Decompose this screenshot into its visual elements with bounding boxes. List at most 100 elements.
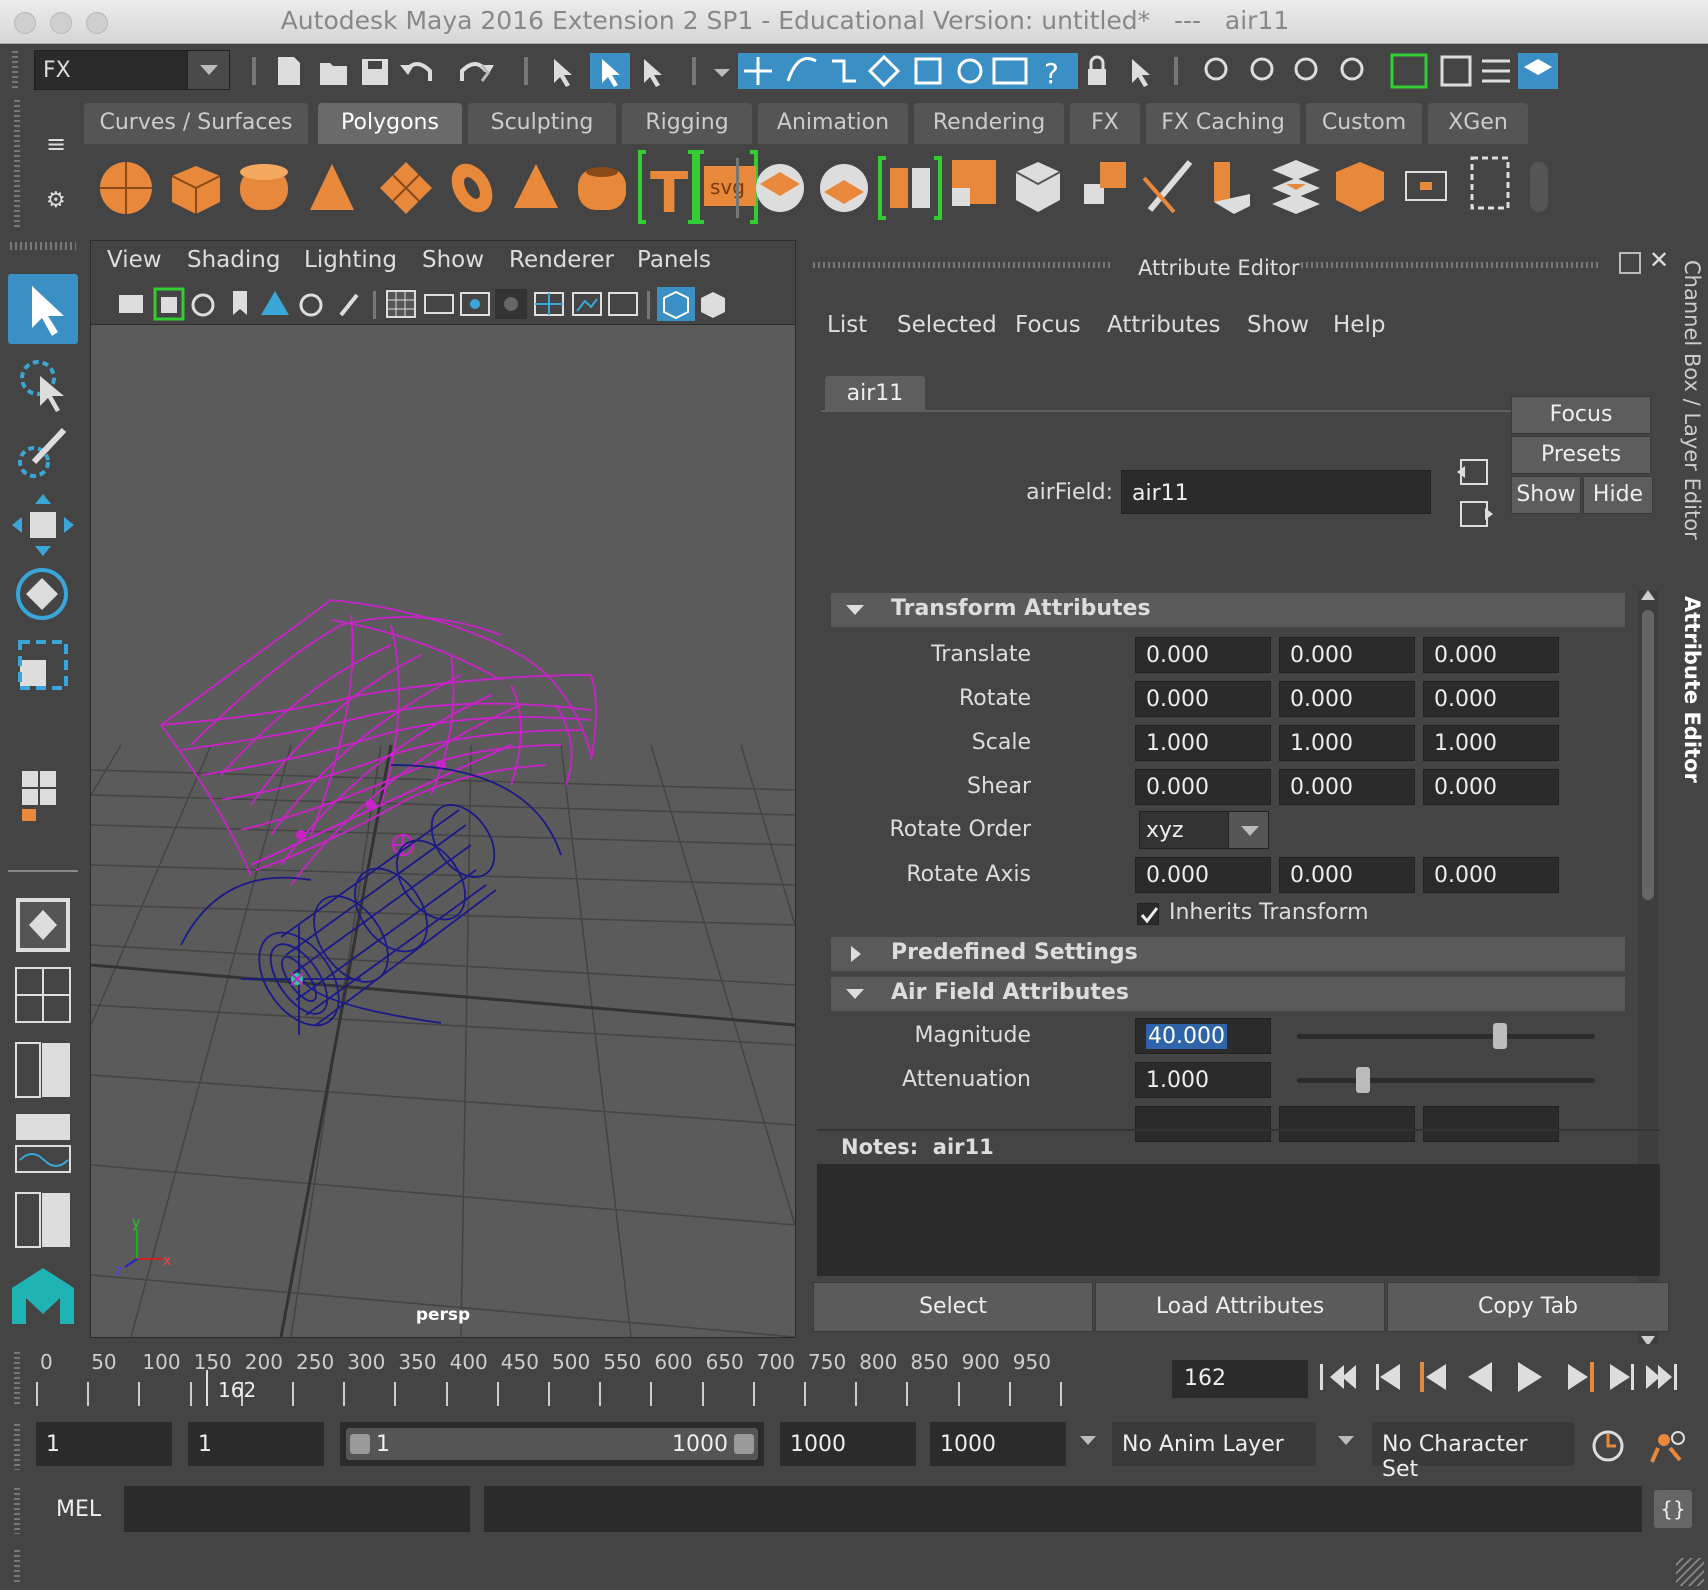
shear-y-field[interactable]: 0.000 xyxy=(1279,769,1415,805)
shelf-tab-curves-surfaces[interactable]: Curves / Surfaces xyxy=(84,103,308,144)
command-input[interactable] xyxy=(124,1486,470,1532)
resize-grip-icon[interactable] xyxy=(1676,1558,1704,1586)
close-panel-icon[interactable]: ✕ xyxy=(1649,246,1669,274)
animation-start-field[interactable]: 1 xyxy=(36,1422,172,1466)
rotate-tool-button[interactable] xyxy=(8,560,78,630)
transform-attributes-header[interactable]: Transform Attributes xyxy=(831,593,1625,627)
chevron-down-icon[interactable] xyxy=(187,51,229,89)
menu-set-dropdown[interactable]: FX xyxy=(34,50,230,90)
float-panel-icon[interactable] xyxy=(1619,252,1641,274)
magnitude-field[interactable]: 40.000 xyxy=(1135,1018,1271,1054)
zoom-window-button[interactable] xyxy=(86,12,108,34)
select-tool-button[interactable] xyxy=(8,274,78,344)
time-ruler[interactable]: 0 50 100 150 200 250 300 350 400 450 500 550 600 650 7… xyxy=(36,1348,1160,1406)
shear-x-field[interactable]: 0.000 xyxy=(1135,769,1271,805)
next-attribute-field-2[interactable] xyxy=(1279,1106,1415,1142)
shelf-tab-fx-caching[interactable]: FX Caching xyxy=(1146,103,1300,144)
attenuation-slider-handle[interactable] xyxy=(1355,1067,1370,1093)
copy-tab-button[interactable]: Copy Tab xyxy=(1387,1282,1669,1332)
rotate-y-field[interactable]: 0.000 xyxy=(1279,681,1415,717)
four-view-layout-button[interactable] xyxy=(8,960,78,1030)
close-window-button[interactable] xyxy=(14,12,36,34)
node-name-field[interactable]: air11 xyxy=(1121,470,1431,514)
viewport-menu-show[interactable]: Show xyxy=(422,247,484,273)
translate-x-field[interactable]: 0.000 xyxy=(1135,637,1271,673)
range-grip[interactable] xyxy=(14,1424,20,1470)
help-line-grip[interactable] xyxy=(14,1550,20,1582)
playback-end-field[interactable]: 1000 xyxy=(780,1422,916,1466)
scale-y-field[interactable]: 1.000 xyxy=(1279,725,1415,761)
anim-layer-dropdown[interactable]: No Anim Layer xyxy=(1112,1422,1316,1466)
predefined-settings-header[interactable]: Predefined Settings xyxy=(831,937,1625,971)
ae-menu-focus[interactable]: Focus xyxy=(1015,312,1081,338)
ae-menu-list[interactable]: List xyxy=(827,312,867,338)
shelf-tab-custom[interactable]: Custom xyxy=(1306,103,1422,144)
playback-start-field[interactable]: 1 xyxy=(188,1422,324,1466)
shelf-tab-sculpting[interactable]: Sculpting xyxy=(468,103,616,144)
air-field-attributes-header[interactable]: Air Field Attributes xyxy=(831,977,1625,1011)
shear-z-field[interactable]: 0.000 xyxy=(1423,769,1559,805)
scrollbar-thumb[interactable] xyxy=(1642,610,1654,900)
hypershade-layout-button[interactable] xyxy=(8,1185,78,1255)
scale-z-field[interactable]: 1.000 xyxy=(1423,725,1559,761)
viewport-menu-renderer[interactable]: Renderer xyxy=(509,247,614,273)
script-language-toggle[interactable]: MEL xyxy=(56,1497,101,1522)
ae-menu-help[interactable]: Help xyxy=(1333,312,1385,338)
rotate-order-dropdown[interactable]: xyz xyxy=(1139,811,1269,849)
viewport-menu-lighting[interactable]: Lighting xyxy=(304,247,397,273)
select-button[interactable]: Select xyxy=(813,1282,1093,1332)
timeline-grip[interactable] xyxy=(14,1352,20,1404)
magnitude-slider-handle[interactable] xyxy=(1492,1023,1507,1049)
shelf-tab-xgen[interactable]: XGen xyxy=(1428,103,1528,144)
scale-tool-button[interactable] xyxy=(8,630,78,700)
character-set-dropdown[interactable]: No Character Set xyxy=(1372,1422,1574,1482)
translate-z-field[interactable]: 0.000 xyxy=(1423,637,1559,673)
next-attribute-field-3[interactable] xyxy=(1423,1106,1559,1142)
range-end-handle[interactable] xyxy=(734,1434,754,1454)
single-view-layout-button[interactable] xyxy=(8,890,78,960)
rotate-x-field[interactable]: 0.000 xyxy=(1135,681,1271,717)
shelf-settings-gear-icon[interactable]: ⚙ xyxy=(46,188,66,213)
show-button[interactable]: Show xyxy=(1511,476,1581,514)
chevron-down-icon[interactable] xyxy=(1338,1436,1354,1445)
shelf-tab-rigging[interactable]: Rigging xyxy=(622,103,752,144)
rotate-axis-y-field[interactable]: 0.000 xyxy=(1279,857,1415,893)
next-attribute-field-1[interactable] xyxy=(1135,1106,1271,1142)
playhead[interactable] xyxy=(206,1370,208,1406)
shelf-tab-rendering[interactable]: Rendering xyxy=(914,103,1064,144)
notes-textarea[interactable] xyxy=(817,1164,1660,1276)
rotate-z-field[interactable]: 0.000 xyxy=(1423,681,1559,717)
lasso-tool-button[interactable] xyxy=(8,348,78,418)
translate-y-field[interactable]: 0.000 xyxy=(1279,637,1415,673)
ae-menu-selected[interactable]: Selected xyxy=(897,312,997,338)
rotate-axis-z-field[interactable]: 0.000 xyxy=(1423,857,1559,893)
command-grip[interactable] xyxy=(14,1488,20,1534)
range-start-handle[interactable] xyxy=(350,1434,370,1454)
inherits-transform-checkbox[interactable] xyxy=(1137,903,1159,925)
shelf-tab-animation[interactable]: Animation xyxy=(758,103,908,144)
move-tool-button[interactable] xyxy=(8,490,78,560)
attenuation-slider[interactable] xyxy=(1297,1078,1595,1083)
shelf-tab-polygons[interactable]: Polygons xyxy=(318,103,462,144)
viewport-menu-panels[interactable]: Panels xyxy=(637,247,711,273)
animation-end-field[interactable]: 1000 xyxy=(930,1422,1066,1466)
attenuation-field[interactable]: 1.000 xyxy=(1135,1062,1271,1098)
hide-button[interactable]: Hide xyxy=(1583,476,1653,514)
load-attributes-button[interactable]: Load Attributes xyxy=(1095,1282,1385,1332)
viewport-menu-view[interactable]: View xyxy=(107,247,162,273)
viewport-canvas[interactable]: y x z persp xyxy=(91,325,795,1337)
shelf-menu-icon[interactable]: ≡ xyxy=(46,130,66,158)
last-tool-button[interactable] xyxy=(8,765,78,835)
outliner-layout-button[interactable] xyxy=(8,1035,78,1105)
script-editor-icon[interactable]: {} xyxy=(1654,1490,1692,1528)
shelf-grip[interactable] xyxy=(14,100,20,230)
current-frame-field[interactable]: 162 xyxy=(1172,1360,1308,1398)
viewport-menu-shading[interactable]: Shading xyxy=(187,247,280,273)
range-slider-bar[interactable]: 1 1000 xyxy=(340,1422,764,1466)
ae-menu-attributes[interactable]: Attributes xyxy=(1107,312,1221,338)
presets-button[interactable]: Presets xyxy=(1511,436,1651,474)
chevron-down-icon[interactable] xyxy=(1228,812,1268,848)
ae-menu-show[interactable]: Show xyxy=(1247,312,1309,338)
shelf-tab-fx[interactable]: FX xyxy=(1070,103,1140,144)
scroll-up-icon[interactable] xyxy=(1641,590,1655,600)
